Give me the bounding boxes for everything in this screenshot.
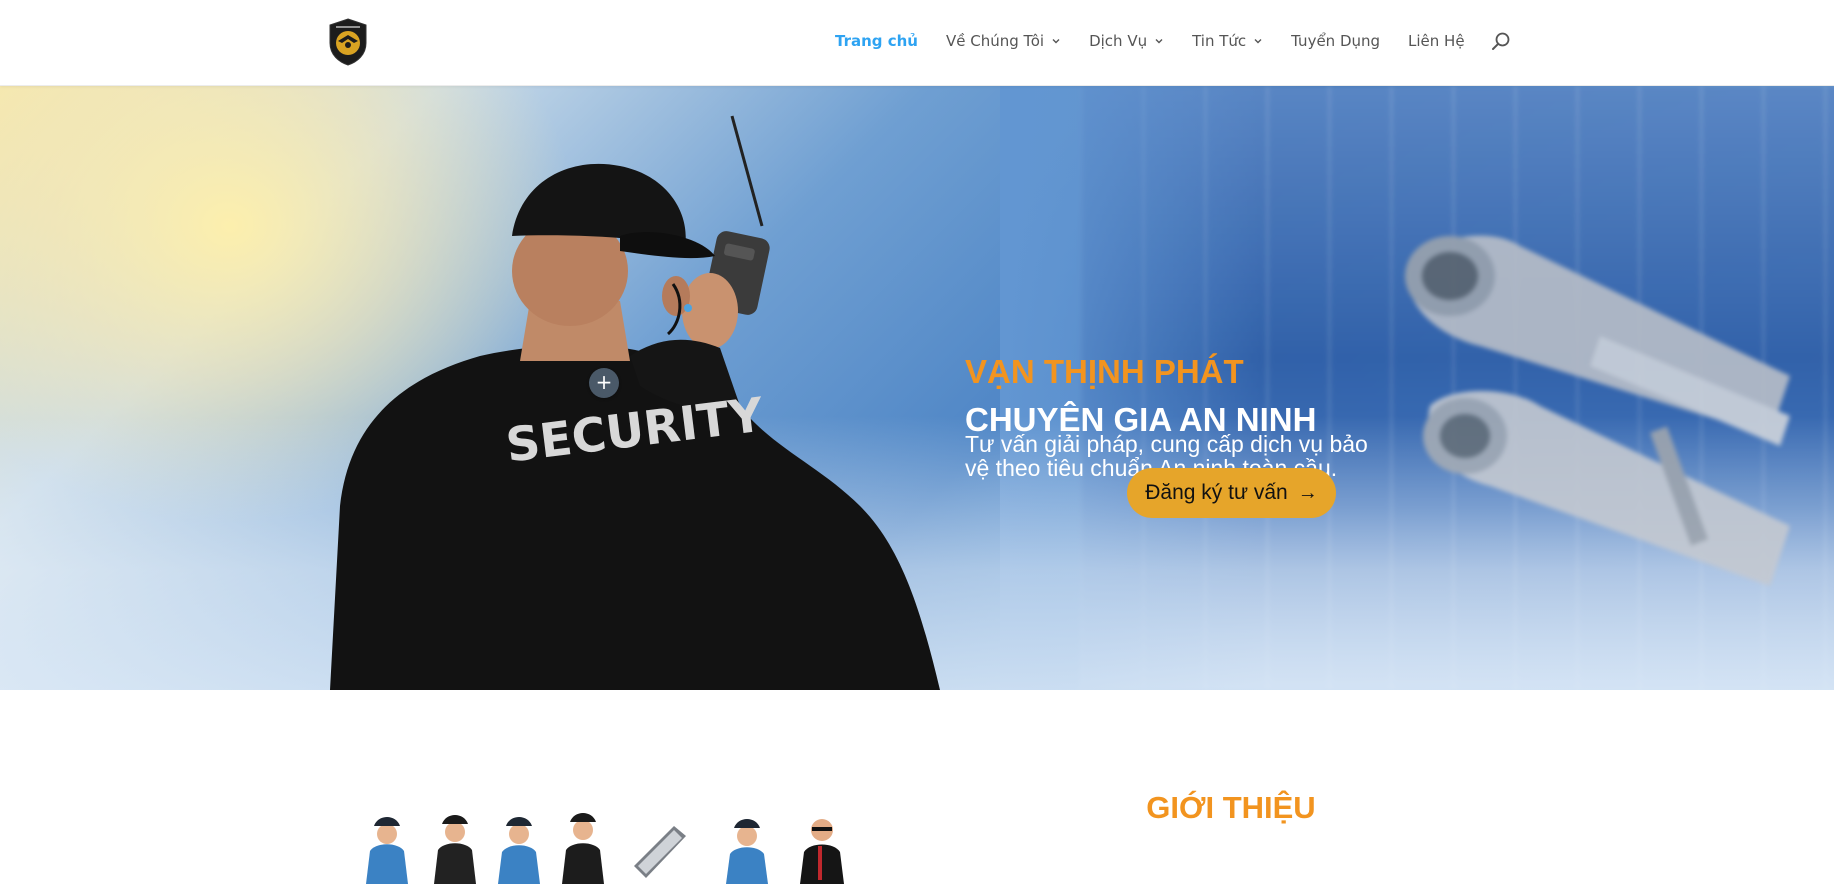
cctv-camera-image xyxy=(1405,235,1790,586)
hero-title-brand: VẠN THỊNH PHÁT xyxy=(965,353,1244,390)
guard-icon xyxy=(498,817,540,884)
nav-label: Tuyển Dụng xyxy=(1291,32,1381,50)
consult-signup-button[interactable]: Đăng ký tư vấn → xyxy=(1127,468,1336,518)
nav-item-about[interactable]: Về Chúng Tôi xyxy=(946,32,1061,50)
bodyguard-icon xyxy=(800,819,844,884)
guard-icon xyxy=(366,817,408,884)
search-icon[interactable] xyxy=(1490,31,1512,53)
nav-item-services[interactable]: Dịch Vụ xyxy=(1089,32,1164,50)
keypad-icon xyxy=(634,826,686,878)
nav-item-home[interactable]: Trang chủ xyxy=(835,32,918,50)
security-guard-image: SECURITY xyxy=(330,115,940,690)
guard-icon xyxy=(726,819,768,884)
cta-label: Đăng ký tư vấn xyxy=(1145,481,1288,504)
main-nav: Trang chủ Về Chúng Tôi Dịch Vụ Tin Tức T… xyxy=(835,30,1493,52)
nav-label: Tin Tức xyxy=(1192,32,1247,50)
intro-section-title: GIỚI THIỆU xyxy=(1146,790,1316,825)
guard-icon xyxy=(434,815,476,884)
site-header: Trang chủ Về Chúng Tôi Dịch Vụ Tin Tức T… xyxy=(0,0,1834,86)
hero-banner: SECURITY + VẠN THỊNH PHÁT CHUYÊN GIA AN … xyxy=(0,86,1834,690)
guard-icon xyxy=(562,813,604,884)
chevron-down-icon xyxy=(1254,39,1262,44)
nav-label: Liên Hệ xyxy=(1408,32,1465,50)
guard-icons-strip xyxy=(366,813,844,884)
logo-icon[interactable] xyxy=(326,17,370,67)
nav-label: Dịch Vụ xyxy=(1089,32,1148,50)
nav-item-news[interactable]: Tin Tức xyxy=(1192,32,1263,50)
arrow-right-icon: → xyxy=(1297,481,1318,504)
chevron-down-icon xyxy=(1052,39,1060,44)
add-button[interactable]: + xyxy=(589,368,619,398)
hero-text-block: VẠN THỊNH PHÁT CHUYÊN GIA AN NINH Tư vấn… xyxy=(965,353,1385,481)
nav-item-contact[interactable]: Liên Hệ xyxy=(1408,32,1465,50)
chevron-down-icon xyxy=(1155,39,1163,44)
nav-label: Về Chúng Tôi xyxy=(946,32,1045,50)
nav-label: Trang chủ xyxy=(835,32,918,50)
nav-item-careers[interactable]: Tuyển Dụng xyxy=(1291,32,1380,50)
